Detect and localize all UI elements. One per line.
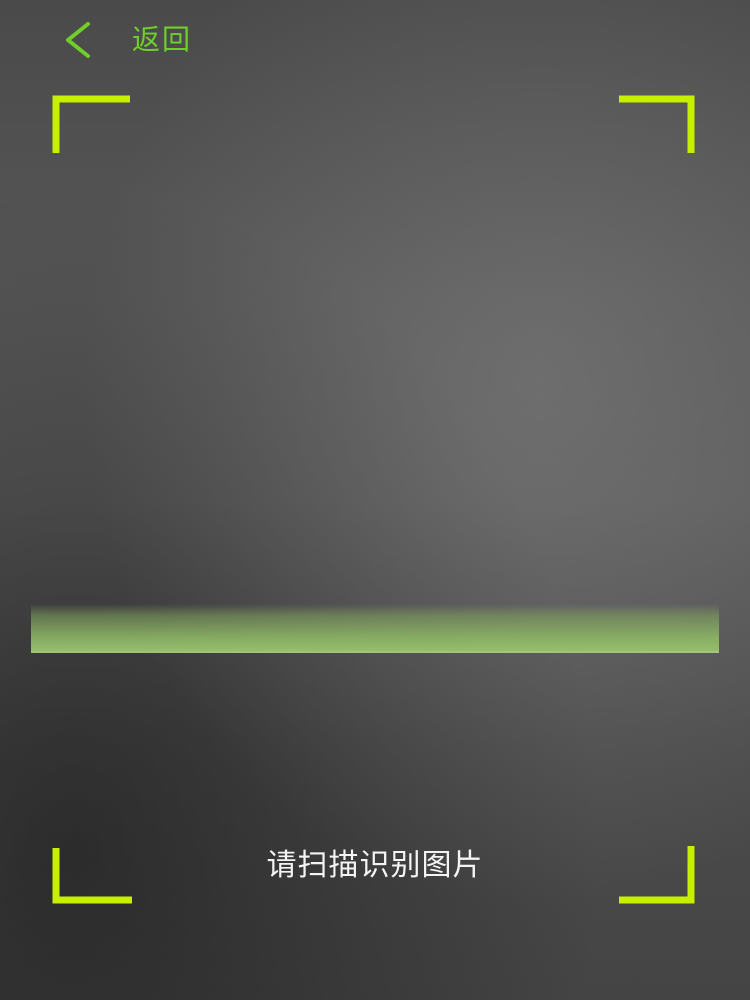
chevron-left-icon bbox=[60, 20, 94, 60]
scan-frame-corner-top-right bbox=[617, 95, 697, 155]
scanner-screen: 返回 请扫描识别图片 bbox=[0, 0, 750, 1000]
scan-hint-text: 请扫描识别图片 bbox=[266, 848, 484, 883]
scan-line bbox=[31, 604, 719, 653]
back-button[interactable]: 返回 bbox=[60, 16, 192, 64]
back-label: 返回 bbox=[132, 23, 193, 56]
scan-frame-corner-top-left bbox=[52, 95, 132, 155]
